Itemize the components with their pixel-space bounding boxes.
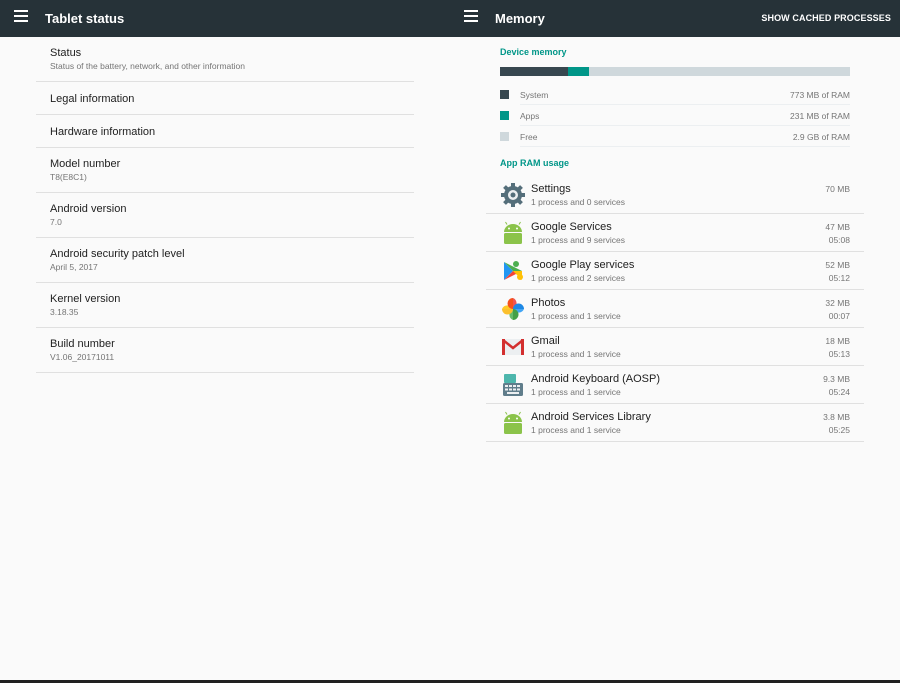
memory-legend: System 773 MB of RAM Apps 231 MB of RAM … bbox=[500, 86, 850, 149]
app-detail: 1 process and 9 services bbox=[531, 235, 626, 245]
keyboard-icon bbox=[500, 372, 526, 398]
item-title: Hardware information bbox=[50, 126, 156, 138]
puzzle-piece-icon bbox=[500, 258, 526, 284]
app-name: Photos bbox=[531, 297, 566, 309]
android-robot-icon bbox=[500, 220, 526, 246]
app-time: 05:13 bbox=[828, 349, 850, 359]
app-time: 00:07 bbox=[828, 311, 850, 321]
app-row-google-play-services[interactable]: Google Play services 1 process and 2 ser… bbox=[486, 252, 864, 290]
memory-pane: Device memory System 773 MB of RAM Apps … bbox=[486, 37, 864, 442]
app-memory: 52 MB bbox=[825, 260, 850, 270]
gmail-envelope-icon bbox=[500, 334, 526, 360]
app-time: 05:24 bbox=[828, 387, 850, 397]
show-cached-processes-button[interactable]: SHOW CACHED PROCESSES bbox=[761, 13, 891, 23]
app-time: 05:12 bbox=[828, 273, 850, 283]
menu-icon[interactable] bbox=[14, 10, 28, 24]
build-number-item[interactable]: Build number V1.06_20171011 bbox=[36, 328, 414, 373]
apps-memory-segment bbox=[568, 67, 589, 76]
menu-icon[interactable] bbox=[464, 10, 478, 24]
item-title: Kernel version bbox=[50, 293, 121, 305]
item-title: Build number bbox=[50, 338, 115, 350]
item-title: Model number bbox=[50, 158, 121, 170]
legend-row-apps: Apps 231 MB of RAM bbox=[500, 107, 850, 128]
app-detail: 1 process and 1 service bbox=[531, 387, 621, 397]
legal-information-item[interactable]: Legal information bbox=[36, 82, 414, 115]
app-name: Settings bbox=[531, 183, 571, 195]
app-row-gmail[interactable]: Gmail 1 process and 1 service 18 MB 05:1… bbox=[486, 328, 864, 366]
divider bbox=[520, 146, 850, 147]
item-subtitle: April 5, 2017 bbox=[50, 262, 98, 272]
app-name: Google Services bbox=[531, 221, 612, 233]
device-memory-heading: Device memory bbox=[500, 47, 567, 57]
app-time: 05:08 bbox=[828, 235, 850, 245]
android-version-item[interactable]: Android version 7.0 bbox=[36, 193, 414, 238]
app-bar: Tablet status Memory SHOW CACHED PROCESS… bbox=[0, 0, 900, 37]
item-subtitle: T8(E8C1) bbox=[50, 172, 87, 182]
item-title: Android version bbox=[50, 203, 127, 215]
legend-value: 773 MB of RAM bbox=[790, 90, 850, 100]
app-ram-list: Settings 1 process and 0 services 70 MB … bbox=[486, 176, 864, 442]
item-title: Status bbox=[50, 47, 82, 59]
item-subtitle: 7.0 bbox=[50, 217, 62, 227]
app-memory: 47 MB bbox=[825, 222, 850, 232]
legend-label: Apps bbox=[520, 111, 540, 121]
legend-label: System bbox=[520, 90, 549, 100]
legend-value: 231 MB of RAM bbox=[790, 111, 850, 121]
apps-swatch bbox=[500, 111, 509, 120]
app-detail: 1 process and 0 services bbox=[531, 197, 626, 207]
app-time: 05:25 bbox=[828, 425, 850, 435]
item-title: Legal information bbox=[50, 93, 135, 105]
app-row-settings[interactable]: Settings 1 process and 0 services 70 MB bbox=[486, 176, 864, 214]
app-row-photos[interactable]: Photos 1 process and 1 service 32 MB 00:… bbox=[486, 290, 864, 328]
app-row-android-services-library[interactable]: Android Services Library 1 process and 1… bbox=[486, 404, 864, 442]
settings-gear-icon bbox=[500, 182, 526, 208]
divider bbox=[520, 125, 850, 126]
app-memory: 32 MB bbox=[825, 298, 850, 308]
security-patch-item[interactable]: Android security patch level April 5, 20… bbox=[36, 238, 414, 283]
item-subtitle: Status of the battery, network, and othe… bbox=[50, 61, 245, 71]
app-detail: 1 process and 1 service bbox=[531, 425, 621, 435]
app-detail: 1 process and 1 service bbox=[531, 349, 621, 359]
pinwheel-icon bbox=[500, 296, 526, 322]
app-row-google-services[interactable]: Google Services 1 process and 9 services… bbox=[486, 214, 864, 252]
legend-row-system: System 773 MB of RAM bbox=[500, 86, 850, 107]
free-swatch bbox=[500, 132, 509, 141]
app-detail: 1 process and 2 services bbox=[531, 273, 626, 283]
hardware-information-item[interactable]: Hardware information bbox=[36, 115, 414, 148]
app-name: Google Play services bbox=[531, 259, 635, 271]
android-robot-icon bbox=[500, 410, 526, 436]
model-number-item[interactable]: Model number T8(E8C1) bbox=[36, 148, 414, 193]
system-swatch bbox=[500, 90, 509, 99]
legend-label: Free bbox=[520, 132, 538, 142]
item-subtitle: 3.18.35 bbox=[50, 307, 79, 317]
app-memory: 18 MB bbox=[825, 336, 850, 346]
app-name: Android Services Library bbox=[531, 411, 651, 423]
item-title: Android security patch level bbox=[50, 248, 185, 260]
app-memory: 70 MB bbox=[825, 184, 850, 194]
app-name: Android Keyboard (AOSP) bbox=[531, 373, 661, 385]
tablet-status-list: Status Status of the battery, network, a… bbox=[36, 37, 414, 373]
item-subtitle: V1.06_20171011 bbox=[50, 352, 115, 362]
app-name: Gmail bbox=[531, 335, 560, 347]
legend-value: 2.9 GB of RAM bbox=[792, 132, 850, 142]
app-row-android-keyboard[interactable]: Android Keyboard (AOSP) 1 process and 1 … bbox=[486, 366, 864, 404]
app-memory: 3.8 MB bbox=[823, 412, 850, 422]
system-memory-segment bbox=[500, 67, 569, 76]
status-item[interactable]: Status Status of the battery, network, a… bbox=[36, 37, 414, 82]
memory-usage-bar bbox=[500, 67, 850, 76]
app-detail: 1 process and 1 service bbox=[531, 311, 621, 321]
app-memory: 9.3 MB bbox=[823, 374, 850, 384]
left-pane-title: Tablet status bbox=[45, 11, 125, 26]
kernel-version-item[interactable]: Kernel version 3.18.35 bbox=[36, 283, 414, 328]
right-pane-title: Memory bbox=[495, 11, 545, 26]
legend-row-free: Free 2.9 GB of RAM bbox=[500, 128, 850, 149]
app-ram-usage-heading: App RAM usage bbox=[500, 158, 570, 168]
divider bbox=[520, 104, 850, 105]
